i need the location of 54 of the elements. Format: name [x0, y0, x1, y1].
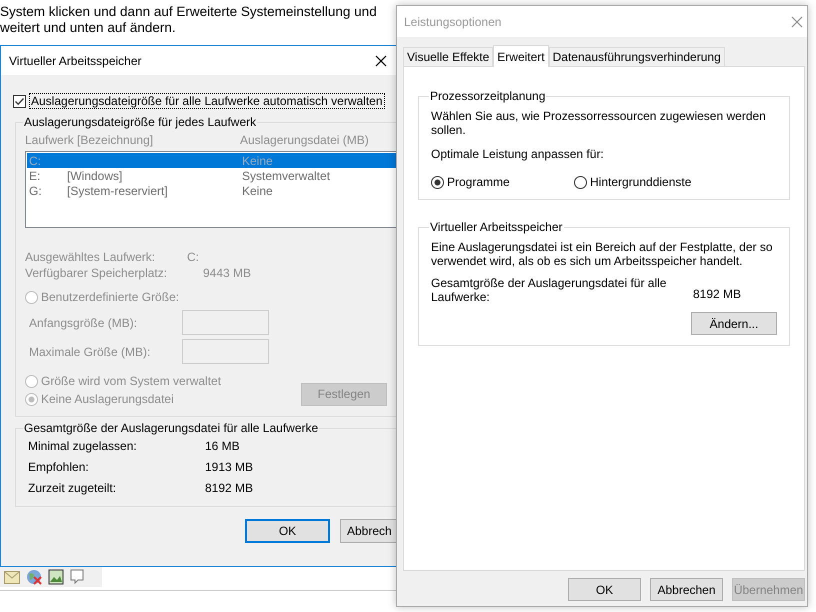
ok-button[interactable]: OK [245, 519, 330, 543]
close-icon[interactable] [375, 54, 387, 66]
prompt-text: Optimale Leistung anpassen für: [431, 147, 605, 161]
total-value: 1913 MB [205, 460, 254, 474]
total-label: Gesamtgröße der Auslagerungsdatei für alle Laufwerke: [431, 276, 668, 304]
column-header: Laufwerk [Bezeichnung] [25, 133, 154, 147]
total-value: 16 MB [205, 438, 240, 452]
change-button[interactable]: Ändern... [691, 312, 777, 335]
radio-label[interactable]: Programme [447, 175, 510, 189]
envelope-icon[interactable] [4, 570, 20, 584]
checkbox[interactable] [13, 94, 26, 108]
window-title: Leistungsoptionen [404, 14, 502, 28]
description-text: Wählen Sie aus, wie Prozessorressourcen zugewiesen werden sollen. [431, 109, 767, 137]
info-value: C: [187, 250, 199, 264]
total-value: 8192 MB [693, 287, 742, 301]
info-label: Verfügbarer Speicherplatz: [25, 266, 168, 280]
field-label: Anfangsgröße (MB): [29, 316, 138, 330]
group-title: Gesamtgröße der Auslagerungsdatei für alle Laufwerke [23, 421, 320, 435]
cancel-button[interactable]: Abbrechen [650, 578, 723, 601]
input-field[interactable] [182, 339, 269, 364]
radio-label[interactable]: Hintergrunddienste [590, 175, 692, 189]
total-label: Minimal zugelassen: [28, 438, 137, 452]
radio-button[interactable] [25, 374, 38, 388]
total-label: Zurzeit zugeteilt: [28, 480, 116, 494]
radio-button[interactable] [25, 290, 38, 304]
total-value: 8192 MB [205, 480, 254, 494]
page-text: System klicken und dann auf Erweiterte Systemeinstellung und [0, 4, 377, 20]
tab[interactable]: Visuelle Effekte [403, 47, 494, 66]
dialog-title: Virtueller Arbeitsspeicher [9, 54, 142, 68]
checkbox-label[interactable]: Auslagerungsdateigröße für alle Laufwerke automatisch verwalten [29, 93, 385, 109]
tab[interactable]: Erweitert [493, 45, 549, 67]
input-field[interactable] [182, 310, 269, 335]
ok-button[interactable]: OK [568, 578, 641, 601]
tab[interactable]: Datenausführungsverhinderung [548, 47, 725, 66]
image-icon[interactable] [48, 569, 64, 585]
group-title: Prozessorzeitplanung [429, 89, 546, 103]
drive-list[interactable]: C: Keine E: [Windows] Systemverwaltet G: [System-reserviert] Keine [25, 151, 396, 228]
total-label: Empfohlen: [28, 460, 89, 474]
radio-button[interactable] [574, 176, 587, 188]
group-title: Virtueller Arbeitsspeicher [429, 220, 564, 234]
speech-bubble-icon[interactable] [70, 569, 84, 585]
info-value: 9443 MB [202, 266, 252, 280]
info-label: Ausgewähltes Laufwerk: [25, 250, 156, 264]
radio-button[interactable] [431, 176, 444, 188]
cancel-button[interactable]: Abbrech [340, 519, 396, 543]
radio-button[interactable] [25, 392, 38, 406]
group-title: Auslagerungsdateigröße für jedes Laufwerk [23, 115, 258, 129]
globe-icon[interactable] [26, 569, 42, 585]
description-text: Eine Auslagerungsdatei ist ein Bereich auf der Festplatte, der so verwendet wird, als ob es sich um Arbeitsspeicher handelt. [431, 240, 774, 268]
page-text: weitert und unten auf ändern. [0, 20, 177, 36]
field-label: Maximale Größe (MB): [29, 344, 150, 358]
drive-row[interactable]: G: [System-reserviert] Keine [27, 183, 396, 198]
drive-row[interactable]: E: [Windows] Systemverwaltet [27, 168, 396, 183]
column-header: Auslagerungsdatei (MB) [240, 133, 369, 147]
